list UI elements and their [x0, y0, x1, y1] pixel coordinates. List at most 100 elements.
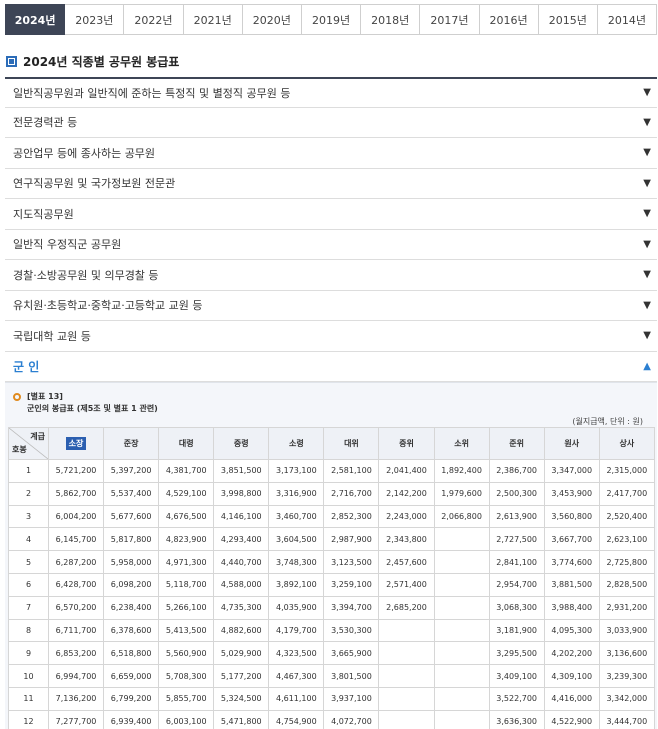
pay-cell: 2,727,500	[488, 527, 545, 552]
military-pay-panel: [별표 13] 군인의 봉급표 (제5조 및 별표 1 관련) (월지급액, 단…	[5, 382, 657, 729]
pay-cell: 4,440,700	[213, 550, 270, 574]
circle-bullet-icon	[13, 393, 21, 401]
table-row: 2 5,862,700 5,537,400 4,529,100 3,998,800 3,3…	[8, 481, 655, 506]
tab-year-2016[interactable]: 2016년	[479, 4, 539, 35]
triangle-down-icon: ▼	[643, 269, 651, 281]
pay-cell: 2,142,200	[378, 481, 435, 506]
pay-cell: 4,035,900	[268, 595, 325, 620]
pay-cell: 2,841,100	[488, 550, 545, 574]
pay-cell: 6,659,000	[103, 664, 160, 688]
accordion-item-1[interactable]: 일반직공무원과 일반직에 준하는 특정직 및 별정직 공무원 등 ▼	[5, 77, 657, 108]
tab-year-2024[interactable]: 2024년	[5, 4, 66, 35]
pay-cell: 5,708,300	[158, 664, 215, 688]
pay-cell: 6,238,400	[103, 595, 160, 620]
pay-cell: 5,413,500	[158, 618, 215, 643]
table-row: 11 7,136,200 6,799,200 5,855,700 5,324,500 4,…	[8, 686, 655, 711]
accordion-item-military[interactable]: 군 인 ▲	[5, 352, 657, 382]
pay-cell: 2,987,900	[323, 527, 380, 552]
pay-cell: 5,324,500	[213, 686, 270, 711]
table-row: 7 6,570,200 6,238,400 5,266,100 4,735,300 4,0…	[8, 595, 655, 620]
accordion-item-2[interactable]: 전문경력관 등 ▼	[5, 108, 657, 138]
pay-cell	[433, 686, 490, 711]
pay-cell: 3,259,100	[323, 572, 380, 597]
pay-cell: 4,381,700	[158, 459, 215, 483]
pay-cell: 2,457,600	[378, 550, 435, 574]
accordion-item-7[interactable]: 경찰·소방공무원 및 의무경찰 등 ▼	[5, 260, 657, 291]
pay-cell: 3,604,500	[268, 527, 325, 552]
pay-cell: 3,522,700	[488, 686, 545, 711]
accordion-item-8[interactable]: 유치원·초등학교·중학교·고등학교 교원 등 ▼	[5, 291, 657, 321]
section-heading: 2024년 직종별 공무원 봉급표	[6, 53, 179, 70]
pay-cell: 6,428,700	[47, 572, 105, 597]
accordion-item-label: 일반직 우정직군 공무원	[13, 238, 122, 252]
pay-cell: 7,136,200	[47, 686, 105, 711]
pay-cell: 3,033,900	[598, 618, 655, 643]
pay-cell: 4,416,000	[543, 686, 600, 711]
table-header-row: 계급 호봉 소장 준장 대령 중령 소령 대위 중위 소위 준위 원사 상사	[8, 427, 655, 460]
column-header-label: 대령	[178, 439, 194, 448]
pay-cell: 2,041,400	[378, 459, 435, 483]
pay-cell	[378, 618, 435, 643]
tab-year-2017[interactable]: 2017년	[420, 4, 480, 35]
tab-year-2018[interactable]: 2018년	[361, 4, 421, 35]
pay-cell: 1,892,400	[433, 459, 490, 483]
accordion-item-9[interactable]: 국립대학 교원 등 ▼	[5, 321, 657, 352]
pay-cell: 3,394,700	[323, 595, 380, 620]
pay-cell: 3,636,300	[488, 709, 545, 729]
pay-cell: 3,173,100	[268, 459, 325, 483]
accordion-item-5[interactable]: 지도직공무원 ▼	[5, 199, 657, 230]
pay-cell: 1,979,600	[433, 481, 490, 506]
pay-cell	[433, 572, 490, 597]
pay-cell: 4,588,000	[213, 572, 270, 597]
tab-year-2014[interactable]: 2014년	[597, 4, 658, 35]
pay-cell: 4,179,700	[268, 618, 325, 643]
step-cell: 7	[8, 595, 49, 620]
pay-cell: 6,145,700	[47, 527, 105, 552]
tab-year-2023[interactable]: 2023년	[65, 4, 125, 35]
pay-cell: 2,685,200	[378, 595, 435, 620]
note-table-number: [별표 13]	[27, 392, 63, 401]
column-header: 중위	[378, 427, 435, 460]
step-cell: 12	[8, 709, 49, 729]
pay-cell: 2,417,700	[598, 481, 655, 506]
pay-cell: 3,342,000	[598, 686, 655, 711]
triangle-down-icon: ▼	[643, 116, 651, 128]
tab-year-2022[interactable]: 2022년	[124, 4, 184, 35]
triangle-down-icon: ▼	[643, 87, 651, 99]
table-row: 3 6,004,200 5,677,600 4,676,500 4,146,100 3,4…	[8, 504, 655, 529]
pay-cell: 5,817,800	[103, 527, 160, 552]
tab-year-2021[interactable]: 2021년	[183, 4, 243, 35]
column-header-label: 준위	[509, 439, 525, 448]
accordion-item-4[interactable]: 연구직공무원 및 국가정보원 전문관 ▼	[5, 169, 657, 199]
pay-cell: 4,676,500	[158, 504, 215, 529]
pay-cell: 5,397,200	[103, 459, 160, 483]
year-tabs: 2024년 2023년 2022년 2021년 2020년 2019년 2018년 2017년…	[5, 4, 658, 35]
pay-cell: 2,931,200	[598, 595, 655, 620]
tab-year-2019[interactable]: 2019년	[301, 4, 362, 35]
column-header: 원사	[543, 427, 600, 460]
pay-cell: 4,202,200	[543, 641, 600, 666]
step-cell: 1	[8, 459, 49, 483]
accordion-item-label: 일반직공무원과 일반직에 준하는 특정직 및 별정직 공무원 등	[13, 86, 291, 100]
pay-cell: 4,754,900	[268, 709, 325, 729]
pay-cell	[433, 595, 490, 620]
pay-cell: 3,801,500	[323, 664, 380, 688]
pay-cell: 4,293,400	[213, 527, 270, 552]
pay-cell: 2,343,800	[378, 527, 435, 552]
pay-cell	[433, 641, 490, 666]
pay-cell: 2,954,700	[488, 572, 545, 597]
tab-year-2015[interactable]: 2015년	[538, 4, 598, 35]
pay-cell: 5,471,800	[213, 709, 270, 729]
note-table-title: 군인의 봉급표 (제5조 및 별표 1 관련)	[27, 404, 158, 413]
pay-cell: 4,146,100	[213, 504, 270, 529]
accordion-item-6[interactable]: 일반직 우정직군 공무원 ▼	[5, 230, 657, 260]
pay-cell: 6,287,200	[47, 550, 105, 574]
pay-cell: 5,862,700	[47, 481, 105, 506]
pay-cell: 6,994,700	[47, 664, 105, 688]
accordion-item-3[interactable]: 공안업무 등에 종사하는 공무원 ▼	[5, 138, 657, 169]
pay-cell: 3,774,600	[543, 550, 600, 574]
pay-cell: 5,958,000	[103, 550, 160, 574]
tab-year-2020[interactable]: 2020년	[242, 4, 302, 35]
table-row: 4 6,145,700 5,817,800 4,823,900 4,293,400 3,6…	[8, 527, 655, 552]
column-header: 상사	[598, 427, 655, 460]
